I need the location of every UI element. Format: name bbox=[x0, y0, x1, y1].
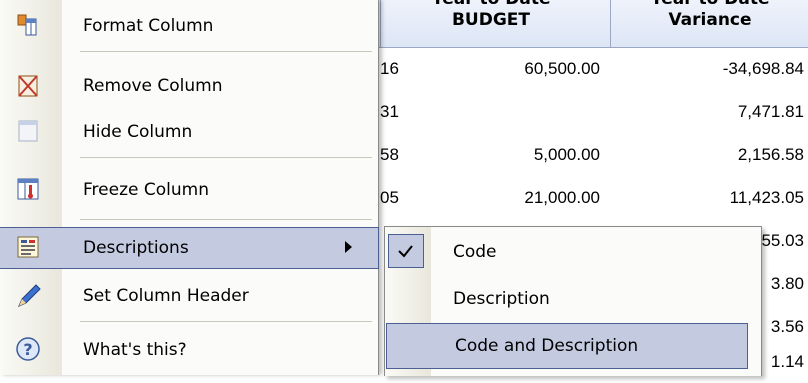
submenu-item-label: Code bbox=[453, 242, 497, 262]
submenu-item-description[interactable]: Description bbox=[385, 277, 761, 321]
menu-separator bbox=[80, 321, 372, 322]
submenu-item-label: Description bbox=[453, 289, 550, 309]
submenu-item-code[interactable]: Code bbox=[385, 230, 761, 274]
variance-cell: 2,156.58 bbox=[737, 145, 804, 164]
menu-separator bbox=[80, 157, 372, 158]
column-header-line1: Year to Date bbox=[381, 0, 601, 9]
menu-item-descriptions[interactable]: Descriptions bbox=[0, 227, 379, 269]
menu-item-label: What's this? bbox=[83, 340, 187, 360]
menu-item-whats-this[interactable]: ? What's this? bbox=[0, 330, 378, 370]
menu-item-label: Format Column bbox=[83, 16, 214, 36]
svg-text:?: ? bbox=[23, 340, 32, 359]
column-header-line2: BUDGET bbox=[451, 10, 531, 30]
variance-cell: 7,471.81 bbox=[737, 102, 804, 121]
column-header-ytd-budget[interactable]: Year to Date BUDGET bbox=[380, 0, 601, 47]
menu-item-format-column[interactable]: Format Column bbox=[0, 6, 378, 46]
menu-item-remove-column[interactable]: Remove Column bbox=[0, 66, 378, 106]
menu-item-hide-column[interactable]: Hide Column bbox=[0, 112, 378, 152]
budget-cell bbox=[400, 90, 604, 133]
submenu-arrow-icon bbox=[345, 241, 352, 253]
menu-item-label: Set Column Header bbox=[83, 286, 249, 306]
hide-column-icon bbox=[14, 117, 42, 145]
freeze-column-icon bbox=[14, 175, 42, 203]
descriptions-submenu: Code Description Code and Description bbox=[384, 226, 762, 376]
table-cell: 16 bbox=[380, 59, 399, 78]
variance-cell: 11,423.05 bbox=[729, 188, 804, 207]
menu-item-label: Remove Column bbox=[83, 76, 223, 96]
help-icon: ? bbox=[14, 335, 42, 363]
submenu-item-code-and-description[interactable]: Code and Description bbox=[386, 323, 748, 369]
menu-item-label: Freeze Column bbox=[83, 180, 209, 200]
variance-cell: -34,698.84 bbox=[722, 59, 804, 78]
budget-cell: 5,000.00 bbox=[533, 145, 600, 164]
column-header-line1: Year to Date bbox=[611, 0, 808, 9]
table-cell: 05 bbox=[380, 188, 399, 207]
budget-cell: 21,000.00 bbox=[524, 188, 600, 207]
menu-separator bbox=[80, 51, 372, 52]
pencil-icon bbox=[14, 281, 42, 309]
table-cell: 31 bbox=[380, 102, 399, 121]
menu-separator bbox=[80, 219, 372, 220]
submenu-item-label: Code and Description bbox=[455, 336, 639, 356]
column-header-line2: Variance bbox=[668, 10, 752, 30]
menu-item-label: Hide Column bbox=[83, 122, 193, 142]
column-header-ytd-variance[interactable]: Year to Date Variance bbox=[610, 0, 808, 47]
remove-column-icon bbox=[14, 71, 42, 99]
format-column-icon bbox=[14, 11, 42, 39]
menu-item-label: Descriptions bbox=[83, 238, 189, 258]
descriptions-icon bbox=[14, 233, 42, 261]
menu-item-freeze-column[interactable]: Freeze Column bbox=[0, 170, 378, 210]
budget-cell: 60,500.00 bbox=[524, 59, 600, 78]
table-cell: 58 bbox=[380, 145, 399, 164]
menu-item-set-column-header[interactable]: Set Column Header bbox=[0, 276, 378, 316]
check-icon bbox=[388, 234, 424, 268]
context-menu: Format Column Remove Column Hide Column bbox=[0, 0, 379, 375]
